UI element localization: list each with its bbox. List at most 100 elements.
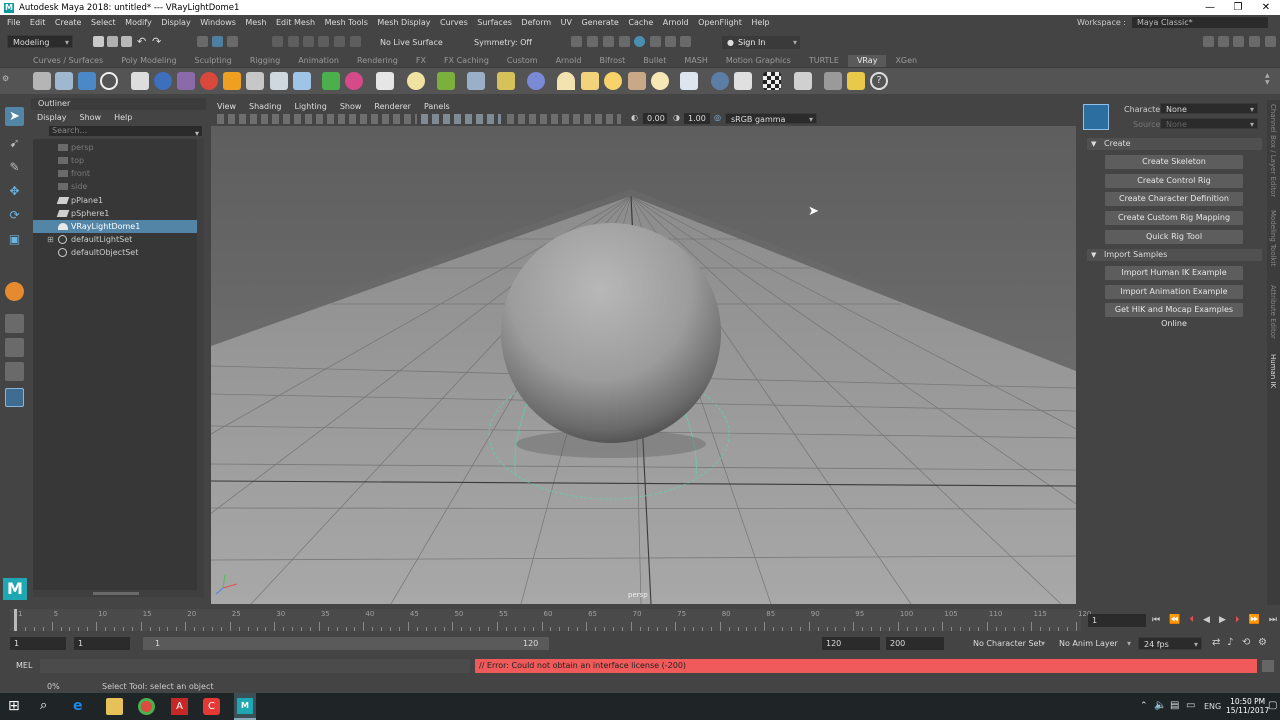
vray-lens-icon[interactable]	[246, 72, 264, 90]
chrome-icon[interactable]	[138, 698, 155, 715]
menu-display[interactable]: Display	[161, 18, 191, 27]
menu-generate[interactable]: Generate	[581, 18, 618, 27]
get-hik-mocap-examples-button[interactable]: Get HIK and Mocap Examples Online	[1105, 303, 1243, 328]
vray-toon-icon[interactable]	[734, 72, 752, 90]
menu-mesh-tools[interactable]: Mesh Tools	[325, 18, 368, 27]
step-back-key-icon[interactable]: ⏴	[1189, 615, 1194, 625]
toggle-attribute-editor-icon[interactable]	[1218, 36, 1229, 47]
minimize-button[interactable]: —	[1196, 0, 1224, 15]
volume-icon[interactable]: 🔈	[1154, 700, 1166, 711]
vray-proxy-icon[interactable]	[467, 72, 485, 90]
viewport-menu-panels[interactable]: Panels	[424, 102, 450, 111]
menu-arnold[interactable]: Arnold	[663, 18, 689, 27]
viewport-menu-show[interactable]: Show	[340, 102, 362, 111]
vray-vfb-icon[interactable]	[794, 72, 812, 90]
menu-mesh[interactable]: Mesh	[245, 18, 266, 27]
sign-in-button[interactable]: ● Sign In ▾	[722, 36, 800, 49]
light-editor-icon[interactable]	[665, 36, 676, 47]
four-view-icon[interactable]	[5, 338, 24, 357]
shelf-tab-fx[interactable]: FX	[407, 55, 435, 67]
menu-file[interactable]: File	[7, 18, 20, 27]
tab-channel-box[interactable]: Channel Box / Layer Editor	[1269, 104, 1277, 197]
play-forwards-icon[interactable]: ▶	[1219, 615, 1226, 625]
shelf-tab-bifrost[interactable]: Bifrost	[590, 55, 634, 67]
vray-light-icon[interactable]	[293, 72, 311, 90]
outliner-menu-show[interactable]: Show	[80, 113, 102, 122]
rotate-tool-icon[interactable]: ⟳	[5, 206, 24, 225]
clock[interactable]: 10:50 PM 15/11/2017	[1226, 697, 1269, 715]
help-icon[interactable]: ?	[870, 72, 888, 90]
vray-fur-icon[interactable]	[437, 72, 455, 90]
import-human-ik-example-button[interactable]: Import Human IK Example	[1105, 266, 1243, 280]
step-forward-icon[interactable]: ⏩	[1249, 615, 1260, 625]
shelf-menu-gear-icon[interactable]: ⚙	[2, 74, 9, 83]
select-component-icon[interactable]	[227, 36, 238, 47]
notifications-icon[interactable]: ▢	[1268, 700, 1277, 711]
live-surface-label[interactable]: No Live Surface	[380, 38, 443, 47]
select-object-icon[interactable]	[212, 36, 223, 47]
render-setup-icon[interactable]	[650, 36, 661, 47]
vray-frame-buffer-icon[interactable]	[78, 72, 96, 90]
snap-view-icon[interactable]	[318, 36, 329, 47]
menu-select[interactable]: Select	[91, 18, 116, 27]
source-dropdown[interactable]: None	[1160, 118, 1258, 130]
shading-mode-icon[interactable]	[421, 114, 501, 124]
ipr-render-icon[interactable]	[603, 36, 614, 47]
create-control-rig-button[interactable]: Create Control Rig	[1105, 174, 1243, 188]
paint-select-tool-icon[interactable]: ✎	[5, 158, 24, 177]
menu-surfaces[interactable]: Surfaces	[477, 18, 512, 27]
sound-icon[interactable]: ♪	[1227, 637, 1233, 648]
script-language-label[interactable]: MEL	[16, 661, 32, 670]
save-scene-icon[interactable]	[121, 36, 132, 47]
new-scene-icon[interactable]	[93, 36, 104, 47]
viewport-menu-lighting[interactable]: Lighting	[294, 102, 326, 111]
shelf-tab-arnold[interactable]: Arnold	[547, 55, 591, 67]
playback-end-field[interactable]: 120	[822, 637, 880, 650]
vray-logo-icon[interactable]	[100, 72, 118, 90]
select-hierarchy-icon[interactable]	[197, 36, 208, 47]
import-animation-example-button[interactable]: Import Animation Example	[1105, 285, 1243, 299]
vray-ies-light-icon[interactable]	[628, 72, 646, 90]
shelf-tab-sculpting[interactable]: Sculpting	[186, 55, 241, 67]
file-explorer-icon[interactable]	[106, 698, 123, 715]
play-backwards-icon[interactable]: ◀	[1203, 615, 1210, 625]
scale-tool-icon[interactable]: ▣	[5, 230, 24, 249]
snap-point-icon[interactable]	[303, 36, 314, 47]
current-frame-field[interactable]: 1	[1088, 614, 1146, 627]
shelf-tab-rigging[interactable]: Rigging	[241, 55, 289, 67]
vray-ipr-icon[interactable]	[55, 72, 73, 90]
shelf-tab-fx-caching[interactable]: FX Caching	[435, 55, 498, 67]
playback-start-field[interactable]: 1	[74, 637, 130, 650]
menu-uv[interactable]: UV	[561, 18, 572, 27]
display-toggles-icon[interactable]	[507, 114, 621, 124]
render-frame-icon[interactable]	[587, 36, 598, 47]
shelf-tab-poly-modeling[interactable]: Poly Modeling	[112, 55, 185, 67]
menu-curves[interactable]: Curves	[440, 18, 468, 27]
tab-attribute-editor[interactable]: Attribute Editor	[1269, 285, 1277, 339]
create-skeleton-button[interactable]: Create Skeleton	[1105, 155, 1243, 169]
create-section-header[interactable]: Create	[1087, 138, 1262, 150]
outliner-item-psphere1[interactable]: pSphere1	[33, 207, 198, 220]
toggle-modeling-toolkit-icon[interactable]	[1203, 36, 1214, 47]
anim-layer-dropdown[interactable]: No Anim Layer	[1054, 637, 1134, 650]
toggle-tool-settings-icon[interactable]	[1233, 36, 1244, 47]
menu-edit[interactable]: Edit	[30, 18, 46, 27]
viewport-menu-view[interactable]: View	[217, 102, 236, 111]
vray-material-presets-icon[interactable]	[177, 72, 195, 90]
vray-render-elements-icon[interactable]	[824, 72, 842, 90]
menu-create[interactable]: Create	[55, 18, 82, 27]
vray-sphere-light-icon[interactable]	[407, 72, 425, 90]
gamma-field[interactable]: 1.00	[684, 113, 710, 124]
shelf-tab-motion-graphics[interactable]: Motion Graphics	[717, 55, 800, 67]
go-to-end-icon[interactable]: ⏭	[1269, 615, 1277, 625]
viewport-menu-renderer[interactable]: Renderer	[374, 102, 411, 111]
create-custom-rig-mapping-button[interactable]: Create Custom Rig Mapping	[1105, 211, 1243, 225]
outliner-menu-help[interactable]: Help	[114, 113, 132, 122]
select-tool-icon[interactable]: ➤	[5, 107, 24, 126]
toggle-channel-box-icon[interactable]	[1249, 36, 1260, 47]
vray-prism-icon[interactable]	[322, 72, 340, 90]
vray-fire-icon[interactable]	[223, 72, 241, 90]
close-button[interactable]: ✕	[1252, 0, 1280, 15]
shelf-tab-custom[interactable]: Custom	[498, 55, 547, 67]
go-to-start-icon[interactable]: ⏮	[1152, 615, 1160, 625]
